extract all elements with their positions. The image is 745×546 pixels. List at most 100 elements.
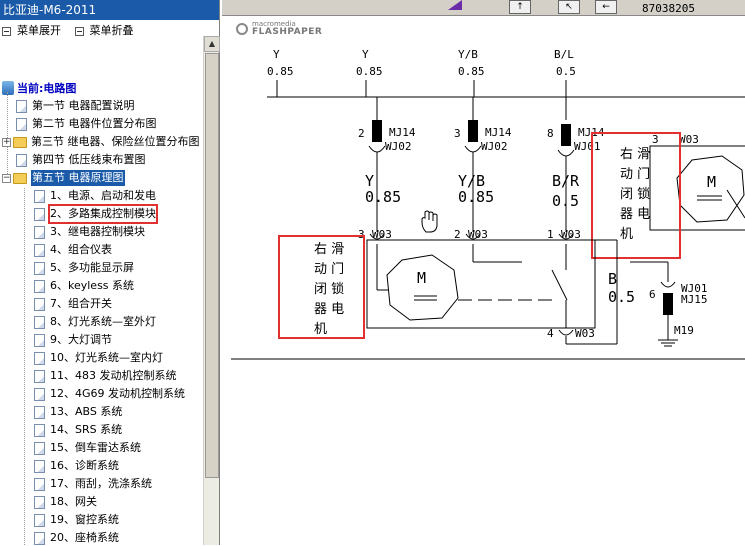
tree-item-16[interactable]: 16、诊断系统 [34,458,119,474]
svg-text:右 滑: 右 滑 [314,242,344,257]
tree-item-9[interactable]: 9、大灯调节 [34,332,112,348]
expand-menu-button[interactable]: 菜单展开 [2,20,61,42]
tree-section-3[interactable]: + 第三节 继电器、保险丝位置分布图 [2,134,200,150]
svg-text:WJ01: WJ01 [574,140,601,153]
document-icon [34,333,45,347]
top-wire-2-color: Y [362,48,369,61]
svg-text:W03: W03 [561,228,581,241]
svg-text:M: M [417,269,426,287]
document-icon [34,495,45,509]
svg-text:W03: W03 [679,133,699,146]
svg-text:器 电: 器 电 [620,207,650,222]
document-icon [34,297,45,311]
tree-item-18[interactable]: 18、网关 [34,494,97,510]
tree-item-14[interactable]: 14、SRS 系统 [34,422,122,438]
document-icon [16,117,27,131]
tree-item-4[interactable]: 4、组合仪表 [34,242,112,258]
tree-item-20[interactable]: 20、座椅系统 [34,530,119,546]
document-icon [16,153,27,167]
svg-text:WJ02: WJ02 [385,140,412,153]
document-icon [34,405,45,419]
svg-text:器 电: 器 电 [314,302,344,317]
app-title: 比亚迪-M6-2011 [0,0,219,20]
tree-guide-line [24,188,25,545]
svg-text:闭 锁: 闭 锁 [620,186,650,202]
tree-item-19[interactable]: 19、窗控系统 [34,512,119,528]
collapse-menu-button[interactable]: 菜单折叠 [74,20,134,42]
tree-item-10[interactable]: 10、灯光系统—室内灯 [34,350,163,366]
tree-item-8[interactable]: 8、灯光系统—室外灯 [34,314,156,330]
svg-text:右 滑: 右 滑 [620,147,650,162]
tree-item-12[interactable]: 12、4G69 发动机控制系统 [34,386,185,402]
right-motor-label: 右 滑 动 门 闭 锁 器 电 机 [620,147,650,242]
tree-section-2[interactable]: 第二节 电器件位置分布图 [16,116,157,132]
document-icon [34,477,45,491]
svg-text:W03: W03 [468,228,488,241]
tree-root[interactable]: 当前:电路图 [2,80,76,96]
svg-text:机: 机 [314,322,327,337]
top-wire-4-size: 0.5 [556,65,576,78]
document-icon [34,225,45,239]
svg-text:B: B [608,270,617,288]
folder-icon [13,136,27,148]
svg-text:6: 6 [649,288,656,301]
document-icon [34,261,45,275]
document-icon [34,189,45,203]
document-icon [34,513,45,527]
tree-item-15[interactable]: 15、倒车雷达系统 [34,440,141,456]
folder-icon [13,172,27,184]
svg-text:0.5: 0.5 [552,192,579,210]
svg-text:0.85: 0.85 [365,188,401,206]
top-wire-1-color: Y [273,48,280,61]
document-icon [16,99,27,113]
document-icon [34,441,45,455]
tree-section-5[interactable]: − 第五节 电器原理图 [2,170,125,186]
top-wire-1-size: 0.85 [267,65,294,78]
document-icon [34,531,45,545]
vertical-scrollbar[interactable]: ▲ [203,36,220,545]
svg-text:W03: W03 [372,228,392,241]
tree-item-3[interactable]: 3、继电器控制模块 [34,224,145,240]
navigation-panel: 比亚迪-M6-2011 菜单展开 菜单折叠 当前:电路图 第一节 电器配置说明第… [0,0,220,545]
tree-item-11[interactable]: 11、483 发动机控制系统 [34,368,177,384]
svg-text:2: 2 [358,127,365,140]
svg-text:2: 2 [454,228,461,241]
top-wire-3-color: Y/B [458,48,478,61]
document-icon [34,243,45,257]
tree-section-1[interactable]: 第一节 电器配置说明 [16,98,135,114]
svg-text:M19: M19 [674,324,694,337]
collapse-node-icon[interactable]: − [2,173,11,183]
tree-section-4[interactable]: 第四节 低压线束布置图 [16,152,146,168]
tree-item-2[interactable]: 2、多路集成控制模块 [34,204,158,224]
scroll-up-icon[interactable]: ▲ [204,36,220,52]
svg-text:1: 1 [547,228,554,241]
connector-block [372,120,382,142]
document-icon [34,315,45,329]
tree-item-7[interactable]: 7、组合开关 [34,296,112,312]
svg-text:闭 锁: 闭 锁 [314,281,344,297]
expand-icon [2,26,11,36]
tree-item-5[interactable]: 5、多功能显示屏 [34,260,134,276]
tree-item-13[interactable]: 13、ABS 系统 [34,404,122,420]
tree-item-6[interactable]: 6、keyless 系统 [34,278,134,294]
svg-text:0.85: 0.85 [458,188,494,206]
svg-text:MJ14: MJ14 [485,126,512,139]
scroll-thumb[interactable] [205,53,219,478]
expand-node-icon[interactable]: + [2,137,11,147]
svg-text:M: M [707,173,716,191]
document-icon [34,459,45,473]
document-icon [34,423,45,437]
top-wire-4-color: B/L [554,48,574,61]
document-icon [34,369,45,383]
document-icon [34,387,45,401]
svg-text:3: 3 [454,127,461,140]
svg-text:MJ15: MJ15 [681,293,708,306]
tree-item-1[interactable]: 1、电源、启动和发电 [34,188,156,204]
tree-item-17[interactable]: 17、雨刮，洗涤系统 [34,476,152,492]
svg-text:0.5: 0.5 [608,288,635,306]
svg-text:动 门: 动 门 [314,262,344,277]
svg-text:4: 4 [547,327,554,340]
document-icon [34,351,45,365]
svg-text:8: 8 [547,127,554,140]
top-wire-3-size: 0.85 [458,65,485,78]
